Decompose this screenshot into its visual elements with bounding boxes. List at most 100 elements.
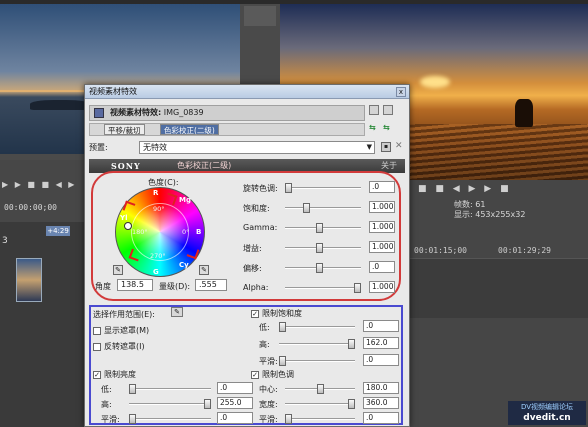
- slider-track[interactable]: [285, 223, 361, 233]
- sat-high-slider[interactable]: 高: 162.0: [259, 337, 399, 350]
- sat-smooth-slider[interactable]: 平滑: .0: [259, 354, 399, 367]
- slider-track[interactable]: [285, 283, 361, 293]
- fx-tool-1-icon[interactable]: [369, 105, 379, 115]
- invert-mask-checkbox[interactable]: 反转遮罩(I): [93, 341, 145, 351]
- checkbox-box[interactable]: [93, 342, 101, 351]
- slider-value[interactable]: 1.000: [369, 201, 395, 213]
- hue-selector-handle[interactable]: [124, 222, 132, 230]
- eyedropper-icon[interactable]: ✎: [113, 265, 123, 275]
- slider-thumb[interactable]: [129, 414, 136, 424]
- checkbox-box[interactable]: ✓: [251, 370, 259, 379]
- checkbox-label: 反转遮罩(I): [104, 342, 145, 351]
- slider-thumb[interactable]: [285, 183, 292, 193]
- close-icon[interactable]: x: [396, 87, 406, 97]
- preset-select[interactable]: 无特效 ▼: [139, 141, 375, 154]
- alpha-slider[interactable]: Alpha: 1.000: [243, 281, 399, 295]
- checkbox-box[interactable]: ✓: [251, 309, 259, 318]
- hue-smooth-slider[interactable]: 平滑: .0: [259, 412, 399, 425]
- limit-luminance-checkbox[interactable]: ✓ 限制亮度: [93, 369, 136, 379]
- checkbox-label: 限制色调: [262, 370, 294, 379]
- slider-value[interactable]: 1.000: [369, 281, 395, 293]
- slider-thumb[interactable]: [129, 384, 136, 394]
- slider-value[interactable]: 180.0: [363, 382, 399, 394]
- angle-input[interactable]: 138.5: [117, 279, 153, 291]
- slider-track[interactable]: [279, 322, 355, 332]
- slider-thumb[interactable]: [348, 399, 355, 409]
- rotate-hue-slider[interactable]: 旋转色调: .0: [243, 181, 399, 195]
- slider-track[interactable]: [129, 414, 211, 424]
- slider-track[interactable]: [279, 356, 355, 366]
- left-transport-controls[interactable]: ▶ ▶ ■ ■ ◀ ▶: [0, 180, 84, 192]
- eyedropper-icon[interactable]: ✎: [199, 265, 209, 275]
- slider-value[interactable]: 360.0: [363, 397, 399, 409]
- slider-thumb[interactable]: [303, 203, 311, 213]
- slider-thumb[interactable]: [204, 399, 211, 409]
- gamma-slider[interactable]: Gamma: 1.000: [243, 221, 399, 235]
- show-mask-checkbox[interactable]: 显示遮罩(M): [93, 325, 149, 335]
- slider-track[interactable]: [285, 399, 355, 409]
- slider-track[interactable]: [285, 183, 361, 193]
- slider-value[interactable]: .0: [217, 382, 253, 394]
- sat-low-slider[interactable]: 低: .0: [259, 320, 399, 333]
- slider-track[interactable]: [285, 243, 361, 253]
- lum-high-slider[interactable]: 高: 255.0: [101, 397, 253, 410]
- slider-value[interactable]: .0: [217, 412, 253, 424]
- chain-pan-crop[interactable]: 平移/裁切: [104, 124, 145, 135]
- save-preset-icon[interactable]: ▪: [381, 142, 391, 152]
- slider-value[interactable]: .0: [363, 320, 399, 332]
- slider-track[interactable]: [279, 339, 355, 349]
- checkbox-box[interactable]: ✓: [93, 370, 101, 379]
- hue-width-slider[interactable]: 宽度: 360.0: [259, 397, 399, 410]
- fx-header: 视频素材特效: IMG_0839: [89, 105, 365, 121]
- slider-value[interactable]: 1.000: [369, 221, 395, 233]
- slider-thumb[interactable]: [316, 263, 324, 273]
- wheel-label-cy: Cy: [179, 261, 189, 269]
- slider-label: 低:: [101, 385, 112, 394]
- slider-track[interactable]: [285, 384, 355, 394]
- slider-thumb[interactable]: [316, 243, 324, 253]
- slider-value[interactable]: .0: [363, 354, 399, 366]
- checkbox-box[interactable]: [93, 326, 101, 335]
- offset-slider[interactable]: 偏移: .0: [243, 261, 399, 275]
- slider-track[interactable]: [129, 384, 211, 394]
- slider-thumb[interactable]: [279, 322, 286, 332]
- slider-track[interactable]: [285, 203, 361, 213]
- hue-center-slider[interactable]: 中心: 180.0: [259, 382, 399, 395]
- slider-thumb[interactable]: [279, 356, 286, 366]
- fx-file: IMG_0839: [163, 108, 204, 117]
- eyedropper-icon[interactable]: ✎: [171, 307, 183, 317]
- slider-thumb[interactable]: [348, 339, 355, 349]
- add-fx-icon[interactable]: ⇆: [369, 123, 379, 132]
- slider-value[interactable]: 162.0: [363, 337, 399, 349]
- lum-smooth-slider[interactable]: 平滑: .0: [101, 412, 253, 425]
- clip-thumbnail[interactable]: [16, 258, 42, 302]
- saturation-slider[interactable]: 饱和度: 1.000: [243, 201, 399, 215]
- preview-toolbar[interactable]: [244, 6, 276, 26]
- slider-thumb[interactable]: [316, 223, 324, 233]
- gain-slider[interactable]: 增益: 1.000: [243, 241, 399, 255]
- slider-track[interactable]: [285, 414, 355, 424]
- slider-value[interactable]: .0: [369, 261, 395, 273]
- slider-value[interactable]: 1.000: [369, 241, 395, 253]
- slider-value[interactable]: .0: [363, 412, 399, 424]
- limit-saturation-checkbox[interactable]: ✓ 限制饱和度: [251, 308, 302, 318]
- slider-thumb[interactable]: [285, 414, 292, 424]
- magnitude-input[interactable]: .555: [195, 279, 227, 291]
- slider-value[interactable]: .0: [369, 181, 395, 193]
- slider-thumb[interactable]: [317, 384, 324, 394]
- delete-preset-icon[interactable]: ✕: [395, 141, 403, 151]
- chain-secondary-color[interactable]: 色彩校正(二级): [160, 124, 219, 135]
- limit-hue-checkbox[interactable]: ✓ 限制色调: [251, 369, 294, 379]
- slider-thumb[interactable]: [354, 283, 361, 293]
- slider-track[interactable]: [285, 263, 361, 273]
- right-transport-controls[interactable]: ■ ■ ◀ ▶ ▶ ■: [418, 184, 512, 194]
- dialog-titlebar[interactable]: 视频素材特效 x: [85, 85, 409, 99]
- color-wheel[interactable]: R Mg B Cy G Yl 90° 0° 180° 270°: [115, 187, 205, 277]
- slider-value[interactable]: 255.0: [217, 397, 253, 409]
- select-range-label: 选择作用范围(E):: [93, 310, 155, 319]
- lum-low-slider[interactable]: 低: .0: [101, 382, 253, 395]
- timeline-marker[interactable]: +4:29: [46, 226, 70, 236]
- fx-tool-2-icon[interactable]: [383, 105, 393, 115]
- slider-track[interactable]: [129, 399, 211, 409]
- remove-fx-icon[interactable]: ⇆: [383, 123, 393, 132]
